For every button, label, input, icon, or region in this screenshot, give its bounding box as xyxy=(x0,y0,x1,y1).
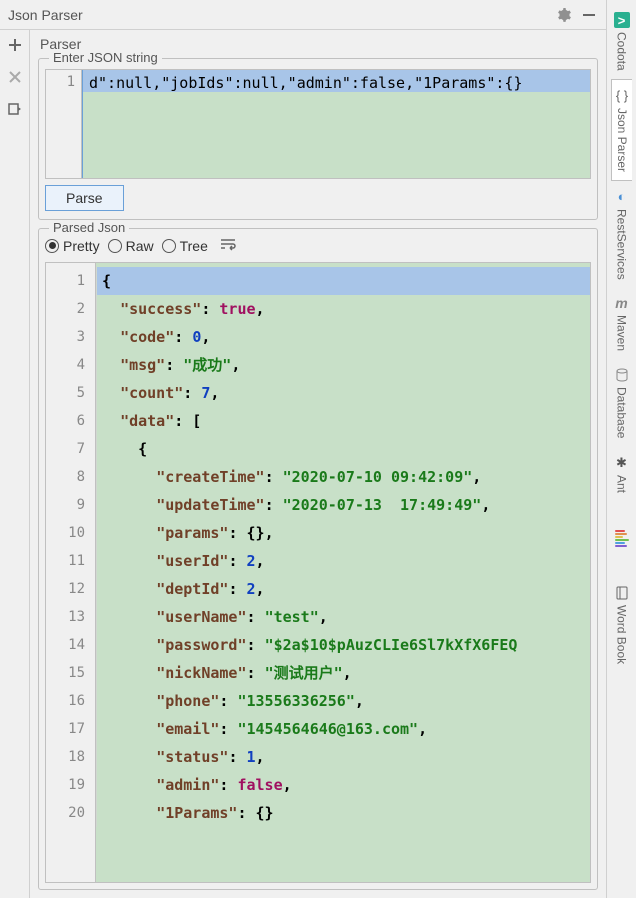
maven-icon: m xyxy=(614,295,630,311)
code-line: { xyxy=(96,267,590,295)
code-line: "updateTime": "2020-07-13 17:49:49", xyxy=(96,491,590,519)
code-line: "data": [ xyxy=(96,407,590,435)
wrap-icon[interactable] xyxy=(220,237,238,254)
view-raw-label[interactable]: Raw xyxy=(126,238,154,254)
code-line: "password": "$2a$10$pAuzCLIe6Sl7kXfX6FEQ xyxy=(96,631,590,659)
tool-database[interactable]: Database xyxy=(612,359,632,446)
ant-icon: ✱ xyxy=(614,455,630,471)
code-line: "msg": "成功", xyxy=(96,351,590,379)
parse-button[interactable]: Parse xyxy=(45,185,124,211)
code-line: "1Params": {} xyxy=(96,799,590,827)
code-line: { xyxy=(96,435,590,463)
code-line: "success": true, xyxy=(96,295,590,323)
tool-maven[interactable]: m Maven xyxy=(612,287,632,359)
input-gutter: 1 xyxy=(46,70,82,178)
parsed-section-label: Parsed Json xyxy=(49,220,129,235)
window-title: Json Parser xyxy=(8,7,83,23)
code-line: "userName": "test", xyxy=(96,603,590,631)
codota-icon: > xyxy=(614,12,630,28)
radio-pretty[interactable] xyxy=(45,239,59,253)
add-icon[interactable] xyxy=(6,36,24,54)
tool-json-parser[interactable]: { } Json Parser xyxy=(611,79,632,181)
tool-wordbook[interactable]: Word Book xyxy=(612,577,632,672)
export-icon[interactable] xyxy=(6,100,24,118)
code-line: "count": 7, xyxy=(96,379,590,407)
right-tool-bar: > Codota { } Json Parser ◐ RestServices … xyxy=(606,0,636,898)
parsed-section: Parsed Json Pretty Raw Tree 12 34 xyxy=(38,228,598,890)
sound-meter-icon xyxy=(615,509,629,569)
main-panel: Json Parser Parser Enter JSON string xyxy=(0,0,606,898)
title-bar: Json Parser xyxy=(0,0,606,30)
left-toolbar xyxy=(0,30,30,898)
tool-ant[interactable]: ✱ Ant xyxy=(612,447,632,501)
json-icon: { } xyxy=(614,88,630,104)
gear-icon[interactable] xyxy=(554,6,572,24)
input-section: Enter JSON string 1 d":null,"jobIds":nul… xyxy=(38,58,598,220)
input-code[interactable]: d":null,"jobIds":null,"admin":false,"1Pa… xyxy=(82,70,590,178)
code-line: "params": {}, xyxy=(96,519,590,547)
radio-raw[interactable] xyxy=(108,239,122,253)
code-line: "status": 1, xyxy=(96,743,590,771)
code-line: "deptId": 2, xyxy=(96,575,590,603)
book-icon xyxy=(614,585,630,601)
code-line: "code": 0, xyxy=(96,323,590,351)
tool-rest[interactable]: ◐ RestServices xyxy=(612,181,632,288)
code-line: "email": "1454564646@163.com", xyxy=(96,715,590,743)
minimize-icon[interactable] xyxy=(580,6,598,24)
view-pretty-label[interactable]: Pretty xyxy=(63,238,100,254)
code-line: "admin": false, xyxy=(96,771,590,799)
content-column: Parser Enter JSON string 1 d":null,"jobI… xyxy=(30,30,606,898)
code-line: "userId": 2, xyxy=(96,547,590,575)
view-tree-label[interactable]: Tree xyxy=(180,238,208,254)
input-section-label: Enter JSON string xyxy=(49,50,162,65)
output-gutter: 12 34 56 78 910 1112 1314 1516 1718 1920 xyxy=(46,263,96,882)
output-code: { "success": true, "code": 0, "msg": "成功… xyxy=(96,263,590,882)
json-input-editor[interactable]: 1 d":null,"jobIds":null,"admin":false,"1… xyxy=(45,69,591,179)
json-output-editor[interactable]: 12 34 56 78 910 1112 1314 1516 1718 1920… xyxy=(45,262,591,883)
radio-tree[interactable] xyxy=(162,239,176,253)
close-icon[interactable] xyxy=(6,68,24,86)
database-icon xyxy=(614,367,630,383)
code-line: "phone": "13556336256", xyxy=(96,687,590,715)
code-line: "createTime": "2020-07-10 09:42:09", xyxy=(96,463,590,491)
rest-icon: ◐ xyxy=(614,189,630,205)
code-line: "nickName": "测试用户", xyxy=(96,659,590,687)
tool-codota[interactable]: > Codota xyxy=(612,4,632,79)
